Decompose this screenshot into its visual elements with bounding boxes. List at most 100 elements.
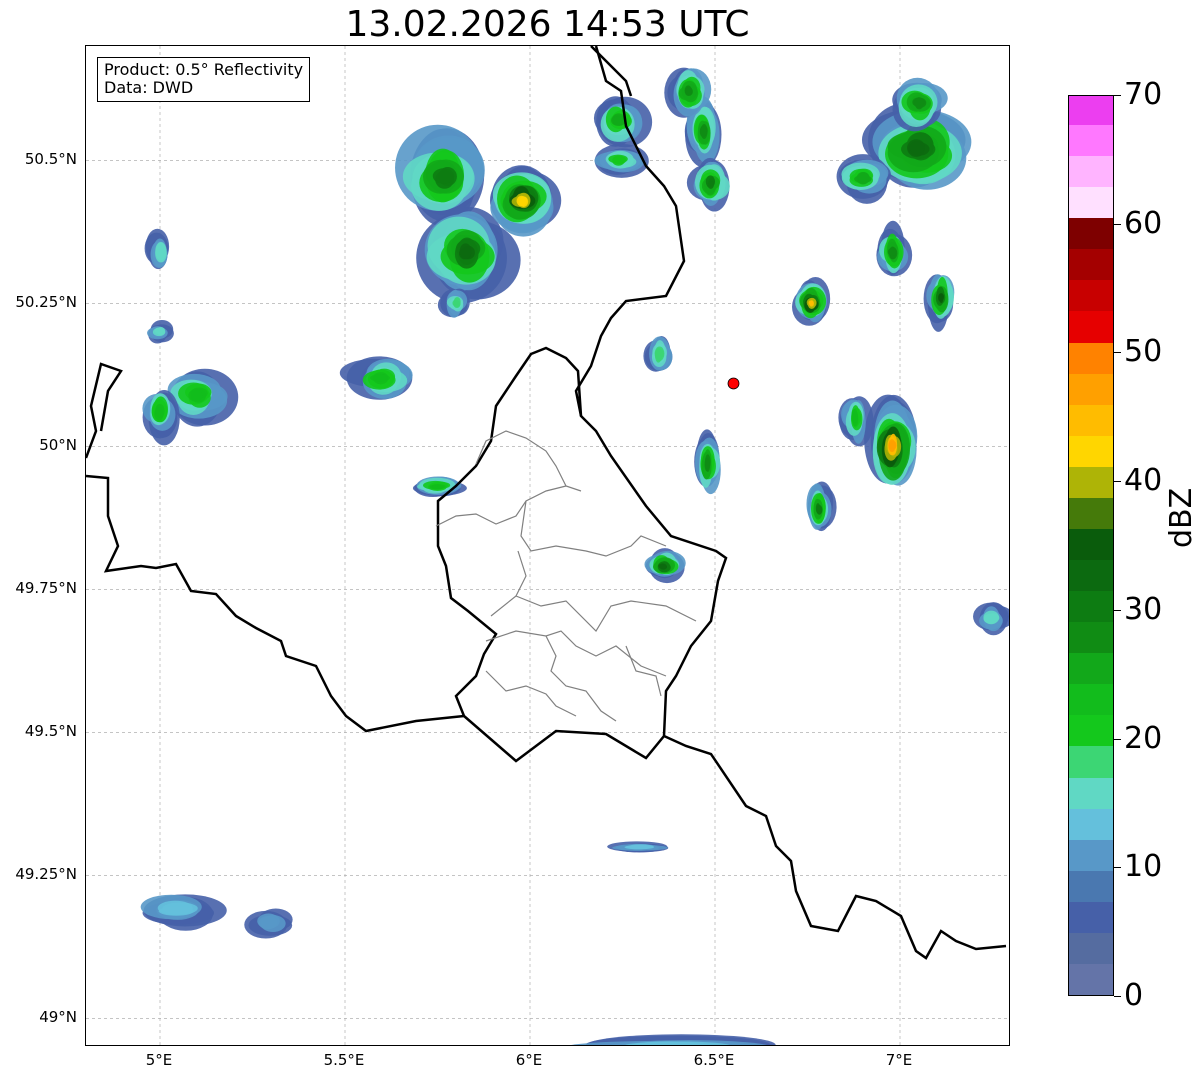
colorbar-segment: [1069, 466, 1113, 498]
echo-band: [888, 439, 896, 453]
colorbar-segment: [1069, 279, 1113, 312]
reflectivity-echoes: [140, 67, 1009, 1045]
echo-band: [453, 300, 461, 309]
radar-map[interactable]: [85, 45, 1010, 1046]
echo-band: [887, 247, 897, 256]
longitude-tick-label: 5°E: [145, 1051, 173, 1069]
latitude-tick-label: 49°N: [39, 1008, 77, 1027]
product-label: Product: 0.5° Reflectivity: [104, 60, 304, 79]
echo-cell: [489, 165, 562, 237]
echo-cell: [144, 228, 170, 270]
echo-cell: [147, 319, 174, 344]
colorbar-segment: [1069, 341, 1113, 374]
echo-band: [707, 180, 714, 189]
longitude-tick-label: 5.5°E: [323, 1051, 365, 1069]
longitude-tick-label: 6.5°E: [693, 1051, 735, 1069]
echo-cell: [140, 894, 227, 931]
radar-map-canvas: [86, 46, 1009, 1045]
echo-cell: [339, 356, 413, 400]
info-box: Product: 0.5° Reflectivity Data: DWD: [97, 57, 311, 102]
colorbar-segment: [1069, 186, 1113, 219]
data-source-label: Data: DWD: [104, 78, 194, 97]
colorbar-segment: [1069, 96, 1113, 126]
border-netherlands: [590, 46, 633, 97]
colorbar-tick-mark: [1114, 996, 1121, 997]
echo-cell: [864, 394, 918, 486]
map-title: 13.02.2026 14:53 UTC: [345, 4, 750, 45]
echo-band: [909, 141, 925, 154]
colorbar-segment: [1069, 497, 1113, 529]
echo-band: [684, 85, 692, 96]
colorbar-tick-label: 10: [1124, 849, 1163, 885]
echo-cell: [142, 390, 180, 446]
echo-cell: [643, 336, 673, 372]
echo-band: [608, 154, 628, 164]
colorbar-segment: [1069, 590, 1113, 623]
echo-band: [858, 172, 870, 185]
radar-site-marker[interactable]: [727, 377, 740, 390]
colorbar-segment: [1069, 435, 1113, 467]
echo-band: [983, 613, 999, 624]
echo-band: [459, 243, 472, 259]
echo-cell: [806, 481, 837, 532]
colorbar-tick-mark: [1114, 95, 1121, 96]
colorbar-segment: [1069, 155, 1113, 188]
colorbar-tick-label: 50: [1124, 334, 1163, 370]
colorbar-segment: [1069, 621, 1113, 654]
echo-band: [913, 97, 927, 108]
echo-cell: [838, 396, 874, 447]
longitude-tick-label: 7°E: [885, 1051, 913, 1069]
colorbar-tick-mark: [1114, 352, 1121, 354]
border-belgium-west: [86, 362, 123, 459]
colorbar-segment: [1069, 683, 1113, 716]
echo-band: [699, 126, 707, 138]
echo-band: [816, 504, 823, 515]
latitude-tick-label: 49.5°N: [24, 722, 77, 741]
echo-band: [851, 408, 858, 424]
colorbar-tick-mark: [1114, 223, 1121, 225]
colorbar: [1068, 95, 1114, 996]
colorbar-segment: [1069, 528, 1113, 561]
echo-band: [370, 374, 390, 382]
echo-band: [260, 915, 286, 933]
latitude-tick-label: 50.5°N: [24, 150, 77, 169]
colorbar-segment: [1069, 652, 1113, 685]
colorbar-segment: [1069, 870, 1113, 902]
colorbar-tick-mark: [1114, 738, 1121, 740]
colorbar-segment: [1069, 714, 1113, 747]
colorbar-segment: [1069, 404, 1113, 436]
colorbar-tick-label: 30: [1124, 591, 1163, 627]
echo-band: [156, 326, 166, 336]
colorbar-tick-label: 20: [1124, 720, 1163, 756]
colorbar-segment: [1069, 559, 1113, 592]
echo-band: [432, 484, 446, 489]
echo-cell: [876, 220, 913, 277]
echo-band: [658, 563, 667, 569]
colorbar-segment: [1069, 124, 1113, 157]
echo-band: [432, 168, 455, 184]
colorbar-segment: [1069, 373, 1113, 405]
echo-band: [938, 293, 945, 301]
colorbar-segment: [1069, 901, 1113, 933]
echo-cell: [686, 157, 730, 212]
colorbar-tick-mark: [1114, 867, 1121, 869]
echo-band: [624, 845, 655, 850]
echo-cell: [244, 908, 293, 939]
echo-cell: [923, 274, 955, 332]
echo-cell: [694, 429, 721, 495]
colorbar-segment: [1069, 745, 1113, 778]
colorbar-segment: [1069, 310, 1113, 343]
echo-cell: [412, 476, 467, 498]
colorbar-tick-mark: [1114, 481, 1121, 483]
echo-band: [809, 300, 814, 307]
longitude-tick-label: 6°E: [515, 1051, 543, 1069]
colorbar-segment: [1069, 963, 1113, 995]
echo-band: [188, 389, 203, 402]
colorbar-segment: [1069, 932, 1113, 964]
colorbar-segment: [1069, 248, 1113, 281]
colorbar-segment: [1069, 839, 1113, 871]
echo-band: [705, 458, 711, 472]
echo-cell: [644, 548, 686, 584]
latitude-tick-label: 49.25°N: [15, 865, 77, 884]
echo-cell: [973, 602, 1009, 636]
